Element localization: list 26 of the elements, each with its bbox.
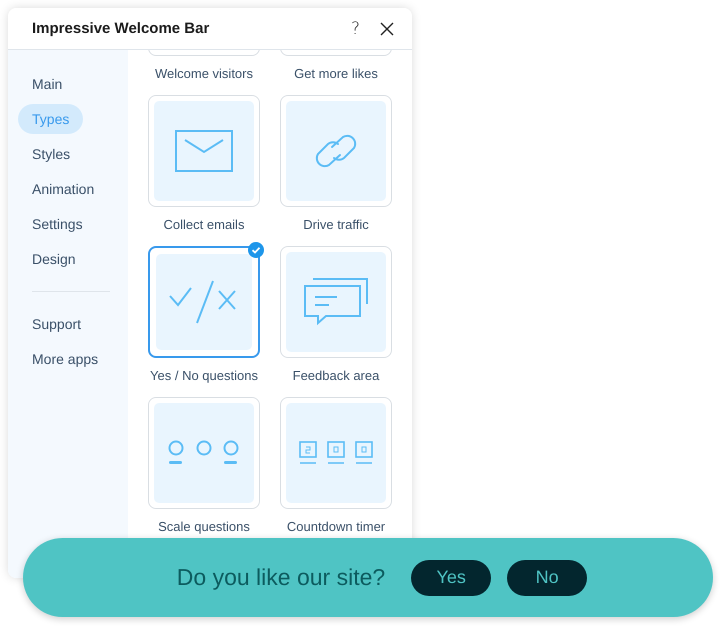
sidebar-item[interactable]: Design bbox=[18, 244, 90, 274]
rating-scale-icon bbox=[168, 440, 240, 466]
timer-digits-icon bbox=[298, 441, 374, 465]
help-button[interactable]: ? bbox=[346, 18, 364, 38]
type-label: Get more likes bbox=[294, 66, 378, 81]
answer-button[interactable]: Yes bbox=[411, 560, 492, 596]
chat-bubbles-icon bbox=[303, 277, 369, 327]
type-label: Feedback area bbox=[292, 368, 380, 383]
type-label: Collect emails bbox=[164, 217, 244, 232]
sidebar-item[interactable]: Styles bbox=[18, 139, 84, 169]
sidebar-item[interactable]: Animation bbox=[18, 174, 108, 204]
type-label: Yes / No questions bbox=[150, 368, 258, 383]
sidebar-item[interactable]: Settings bbox=[18, 209, 97, 239]
answer-button[interactable]: No bbox=[507, 560, 588, 596]
type-label: Countdown timer bbox=[286, 519, 386, 534]
check-badge-icon bbox=[248, 242, 264, 258]
envelope-icon bbox=[175, 130, 233, 172]
sidebar-item[interactable]: Support bbox=[18, 309, 96, 339]
sidebar-item[interactable]: Main bbox=[18, 69, 76, 99]
close-button[interactable] bbox=[378, 20, 396, 38]
type-label: Drive traffic bbox=[303, 217, 369, 232]
window-title: Impressive Welcome Bar bbox=[32, 20, 210, 37]
bar-question: Do you like our site? bbox=[176, 564, 386, 591]
sidebar-item[interactable]: More apps bbox=[18, 344, 112, 374]
type-label: Welcome visitors bbox=[154, 66, 253, 81]
type-label: Scale questions bbox=[158, 519, 250, 534]
